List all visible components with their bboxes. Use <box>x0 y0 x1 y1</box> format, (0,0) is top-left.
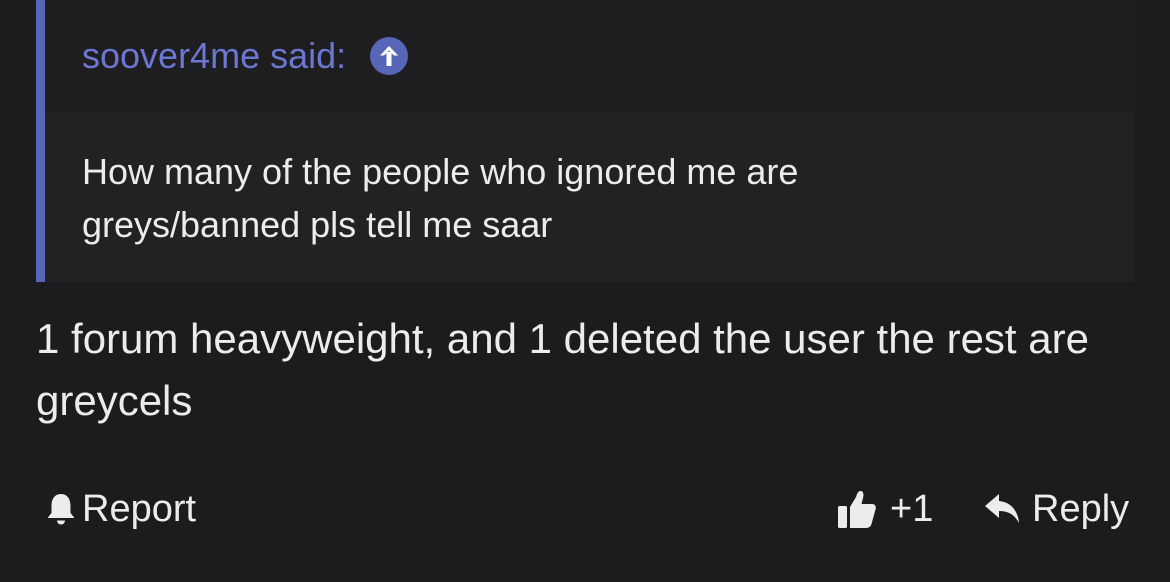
reply-label: Reply <box>1032 487 1130 530</box>
reaction-count: +1 <box>890 487 934 530</box>
reply-arrow-icon <box>984 492 1022 526</box>
reply-button[interactable]: Reply <box>984 484 1129 534</box>
report-label: Report <box>82 487 197 530</box>
quote-author-link[interactable]: soover4me said: <box>82 34 409 78</box>
arrow-up-circle-icon[interactable] <box>370 37 409 75</box>
post-message: 1 forum heavyweight, and 1 deleted the u… <box>36 315 1089 424</box>
quote-block: soover4me said: How many of the people w… <box>36 0 1134 282</box>
bell-icon <box>44 491 78 527</box>
thumbs-up-icon <box>836 488 878 530</box>
quote-author-label: soover4me said: <box>82 35 347 76</box>
quote-text: How many of the people who ignored me ar… <box>82 151 799 245</box>
forum-post: soover4me said: How many of the people w… <box>0 0 1170 582</box>
report-button[interactable]: Report <box>44 484 196 534</box>
reaction-button[interactable]: +1 <box>836 484 933 534</box>
